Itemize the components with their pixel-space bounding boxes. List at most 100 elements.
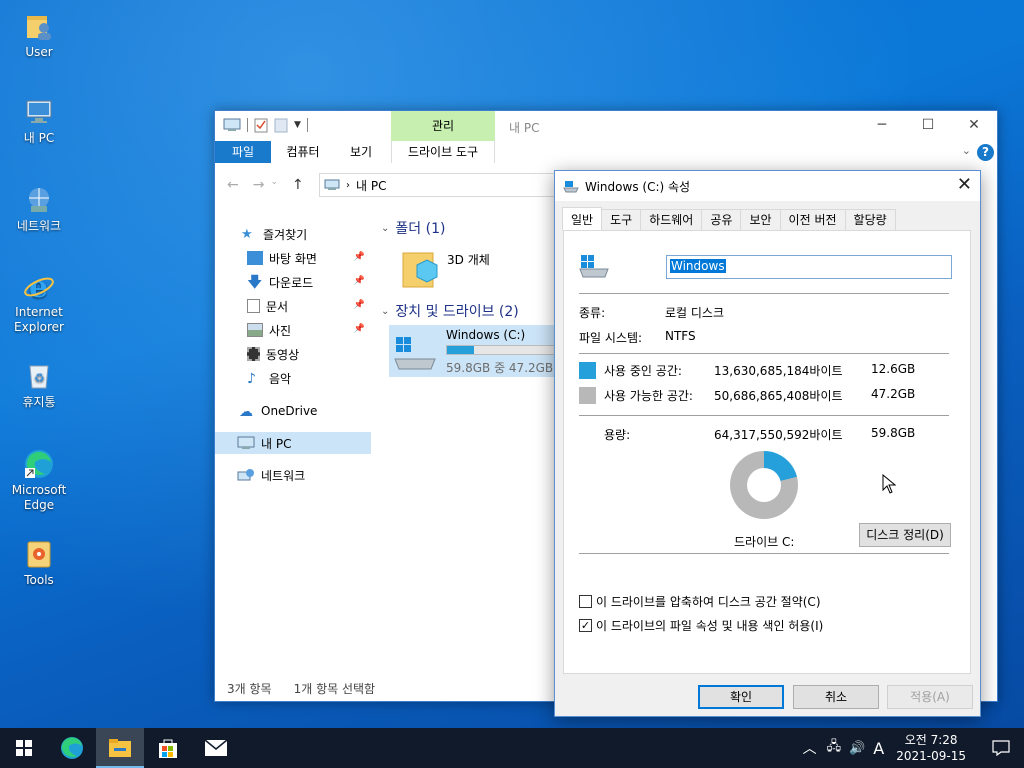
navigation-buttons: ← → ⌄ ↑ [227,177,304,193]
tab-previous-versions[interactable]: 이전 버전 [779,209,846,230]
pin-icon: 📌 [353,276,365,286]
desktop-icon-network[interactable]: 네트워크 [8,184,70,234]
download-arrow-icon: 🡇 [247,273,263,291]
drive-item-c[interactable]: Windows (C:) 59.8GB 중 47.2GB 사 [389,325,569,377]
index-files-checkbox[interactable]: ✓ 이 드라이브의 파일 속성 및 내용 색인 허용(I) [579,617,823,634]
tab-computer[interactable]: 컴퓨터 [275,141,331,163]
tab-general[interactable]: 일반 [562,207,603,230]
nav-quick-access[interactable]: ★ 즐겨찾기 [215,223,371,245]
desktop-icon-recycle-bin[interactable]: ♻ 휴지통 [8,360,70,410]
clock[interactable]: 오전 7:28 2021-09-15 [896,732,966,764]
3d-objects-folder-icon [402,252,438,288]
nav-network[interactable]: 네트워크 [215,464,371,486]
nav-music[interactable]: ♪ 음악 [215,367,371,389]
dialog-title-bar[interactable]: Windows (C:) 속성 ✕ [555,171,980,201]
address-bar[interactable]: › 내 PC [319,173,559,197]
notification-icon [992,740,1010,756]
disk-cleanup-button[interactable]: 디스크 정리(D) [859,523,951,547]
pin-icon: 📌 [353,324,365,334]
input-method-indicator[interactable]: A [873,739,884,758]
apply-button[interactable]: 적용(A) [887,685,973,709]
drive-properties-dialog[interactable]: Windows (C:) 속성 ✕ 일반 도구 하드웨어 공유 보안 이전 버전… [554,170,981,717]
internet-explorer-icon: e [23,270,55,305]
tab-file[interactable]: 파일 [215,141,271,163]
volume-icon[interactable]: 🔊 [849,741,865,756]
group-header-drives[interactable]: ⌄ 장치 및 드라이브 (2) [381,301,519,321]
maximize-button[interactable]: ☐ [905,111,951,141]
cancel-button[interactable]: 취소 [793,685,879,709]
free-space-label: 사용 가능한 공간: [604,389,693,403]
desktop-icon-this-pc[interactable]: 내 PC [8,96,70,146]
taskbar-file-explorer-button[interactable] [96,728,144,768]
compress-drive-checkbox[interactable]: 이 드라이브를 압축하여 디스크 공간 절약(C) [579,593,821,610]
nav-videos[interactable]: 동영상 [215,343,371,365]
computer-icon [237,436,255,449]
tab-sharing[interactable]: 공유 [701,209,742,230]
drive-name-input[interactable]: Windows [666,255,952,279]
tab-drive-tools[interactable]: 드라이브 도구 [391,141,495,163]
store-bag-icon [159,739,177,758]
nav-downloads[interactable]: 🡇 다운로드 📌 [215,271,371,293]
taskbar: ︿ 🖧 🔊 A 오전 7:28 2021-09-15 [0,728,1024,768]
forward-arrow-icon[interactable]: → [253,177,265,193]
start-button[interactable] [0,728,48,768]
folder-name: 3D 개체 [447,253,490,267]
file-system-label: 파일 시스템: [579,331,643,345]
taskbar-edge-button[interactable] [48,728,96,768]
desktop-icon-tools[interactable]: Tools [8,538,70,588]
recent-locations-icon[interactable]: ⌄ [270,177,278,193]
taskbar-mail-button[interactable] [192,728,240,768]
nav-onedrive[interactable]: ☁ OneDrive [215,400,371,422]
tab-manage[interactable]: 관리 [391,111,495,141]
back-arrow-icon[interactable]: ← [227,177,239,193]
star-icon: ★ [241,227,253,242]
new-folder-icon[interactable] [274,117,288,133]
tab-quota[interactable]: 할당량 [844,209,896,230]
desktop-icon-internet-explorer[interactable]: e Internet Explorer [8,270,70,335]
free-space-bytes: 50,686,865,408바이트 [714,389,843,403]
tab-view[interactable]: 보기 [335,141,387,163]
folder-item-3d-objects[interactable]: 3D 개체 [401,247,541,293]
computer-icon [23,96,55,128]
recycle-bin-icon: ♻ [23,360,55,392]
network-icon [23,184,55,216]
checkbox-box[interactable] [579,595,592,608]
film-icon [247,347,260,361]
svg-text:e: e [29,270,48,302]
close-button[interactable]: ✕ [951,111,997,141]
action-center-button[interactable] [978,728,1024,768]
tab-hardware[interactable]: 하드웨어 [640,209,703,230]
pin-icon: 📌 [353,300,365,310]
customize-toolbar-dropdown-icon[interactable]: ▼ [294,120,301,130]
help-icon[interactable]: ? [977,144,994,161]
desktop-icon-label: User [25,45,53,59]
show-hidden-icons-chevron-icon[interactable]: ︿ [803,738,817,758]
nav-pictures[interactable]: 사진 📌 [215,319,371,341]
nav-label: 즐겨찾기 [263,227,308,242]
network-status-icon[interactable]: 🖧 [827,737,842,759]
expand-ribbon-icon[interactable]: ⌄ [962,144,971,157]
tab-tools[interactable]: 도구 [601,209,642,230]
taskbar-store-button[interactable] [144,728,192,768]
desktop-icon-label: 휴지통 [22,395,56,409]
collapse-chevron-icon: ⌄ [381,222,390,234]
explorer-title-bar[interactable]: ▼ 관리 내 PC ─ ☐ ✕ [215,111,997,141]
tab-security[interactable]: 보안 [740,209,781,230]
up-arrow-icon[interactable]: ↑ [292,177,304,193]
nav-this-pc[interactable]: 내 PC [215,432,371,454]
divider [579,293,949,294]
nav-label: 음악 [269,371,292,386]
properties-icon[interactable] [254,117,268,133]
desktop-icon-user[interactable]: User [8,10,70,60]
checkbox-box[interactable]: ✓ [579,619,592,632]
nav-desktop[interactable]: 바탕 화면 📌 [215,247,371,269]
drive-usage-text: 59.8GB 중 47.2GB 사 [446,361,569,375]
ok-button[interactable]: 확인 [698,685,784,709]
mail-envelope-icon [204,739,228,756]
group-header-folders[interactable]: ⌄ 폴더 (1) [381,218,445,238]
minimize-button[interactable]: ─ [859,111,905,141]
desktop-icon-edge[interactable]: Microsoft Edge [8,448,70,513]
dialog-close-button[interactable]: ✕ [957,174,972,195]
nav-documents[interactable]: 문서 📌 [215,295,371,317]
breadcrumb-this-pc[interactable]: 내 PC [356,177,386,194]
